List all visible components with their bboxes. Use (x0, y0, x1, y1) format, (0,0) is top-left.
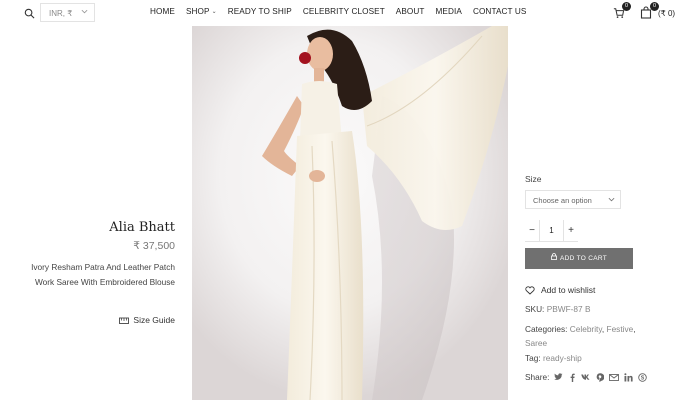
product-image[interactable] (192, 26, 508, 400)
email-icon[interactable] (609, 372, 620, 382)
size-select[interactable]: Choose an option (525, 190, 621, 209)
chevron-down-icon (81, 8, 88, 15)
size-guide-label: Size Guide (133, 315, 175, 325)
nav-item-contact-us[interactable]: CONTACT US (473, 7, 526, 16)
quantity-increase-button[interactable]: + (564, 225, 578, 236)
add-to-cart-button[interactable]: ADD TO CART (525, 248, 633, 269)
ruler-icon (119, 317, 130, 324)
add-to-wishlist-link[interactable]: Add to wishlist (525, 285, 595, 295)
nav-item-label: HOME (150, 7, 175, 16)
header-cart-button[interactable]: 0 (₹ 0) (640, 2, 676, 20)
header-wishlist-button[interactable]: 0 (612, 2, 631, 20)
heart-icon (525, 285, 535, 295)
quantity-stepper: − 1 + (525, 219, 578, 242)
categories-row: Categories: Celebrity, Festive, Saree (525, 324, 636, 348)
sku-row: SKU: PBWF-87 B (525, 304, 591, 314)
category-link[interactable]: Festive (607, 324, 634, 334)
site-header: INR, ₹ HOME SHOP ⌄ READY TO SHIP CELEBRIT… (0, 0, 700, 26)
vk-icon[interactable] (581, 372, 591, 382)
nav-item-ready-to-ship[interactable]: READY TO SHIP (228, 7, 292, 16)
currency-value: INR, ₹ (49, 9, 73, 18)
sku-label: SKU: (525, 304, 545, 314)
tag-link[interactable]: ready-ship (543, 353, 582, 363)
size-label: Size (525, 174, 542, 184)
size-guide-link[interactable]: Size Guide (119, 315, 175, 325)
nav-item-home[interactable]: HOME (150, 7, 175, 16)
size-select-value: Choose an option (533, 196, 592, 205)
categories-label: Categories: (525, 324, 568, 334)
cart-count-badge: 0 (650, 2, 659, 11)
share-row: Share: (525, 372, 647, 382)
nav-item-label: READY TO SHIP (227, 7, 292, 16)
add-to-cart-label: ADD TO CART (559, 255, 607, 262)
chevron-down-icon (608, 196, 615, 203)
pinterest-icon[interactable] (595, 372, 605, 382)
category-link[interactable]: Celebrity (570, 324, 602, 334)
tag-label: Tag: (525, 353, 541, 363)
twitter-icon[interactable] (553, 372, 563, 382)
facebook-icon[interactable] (567, 372, 577, 382)
wishlist-count-badge: 0 (622, 2, 631, 11)
nav-item-media[interactable]: MEDIA (436, 7, 462, 16)
chevron-down-icon: ⌄ (211, 9, 217, 15)
nav-item-label: CELEBRITY CLOSET (302, 7, 385, 16)
nav-item-label: CONTACT US (472, 7, 527, 16)
currency-select[interactable]: INR, ₹ (40, 3, 95, 22)
product-title: Alia Bhatt (109, 220, 175, 235)
skype-icon[interactable] (637, 372, 647, 382)
tag-row: Tag: ready-ship (525, 353, 582, 363)
quantity-decrease-button[interactable]: − (525, 225, 539, 236)
add-to-wishlist-label: Add to wishlist (541, 285, 596, 295)
sku-value: PBWF-87 B (546, 304, 591, 314)
search-icon[interactable] (24, 6, 36, 19)
nav-item-label: SHOP (185, 7, 210, 16)
nav-item-about[interactable]: ABOUT (396, 7, 425, 16)
product-description: Ivory Resham Patra And Leather Patch Wor… (31, 262, 175, 287)
product-price: ₹ 37,500 (133, 240, 175, 252)
lock-icon (551, 248, 557, 269)
main-nav: HOME SHOP ⌄ READY TO SHIP CELEBRITY CLOSE… (150, 7, 537, 16)
cart-total: (₹ 0) (658, 8, 676, 18)
nav-item-shop[interactable]: SHOP ⌄ (186, 7, 217, 16)
quantity-input[interactable]: 1 (539, 219, 564, 242)
nav-item-celebrity-closet[interactable]: CELEBRITY CLOSET (303, 7, 385, 16)
linkedin-icon[interactable] (623, 372, 633, 382)
share-label: Share: (525, 372, 550, 382)
nav-item-label: MEDIA (435, 7, 462, 16)
category-link[interactable]: Saree (525, 338, 547, 348)
nav-item-label: ABOUT (395, 7, 425, 16)
bag-icon: 0 (640, 2, 659, 20)
